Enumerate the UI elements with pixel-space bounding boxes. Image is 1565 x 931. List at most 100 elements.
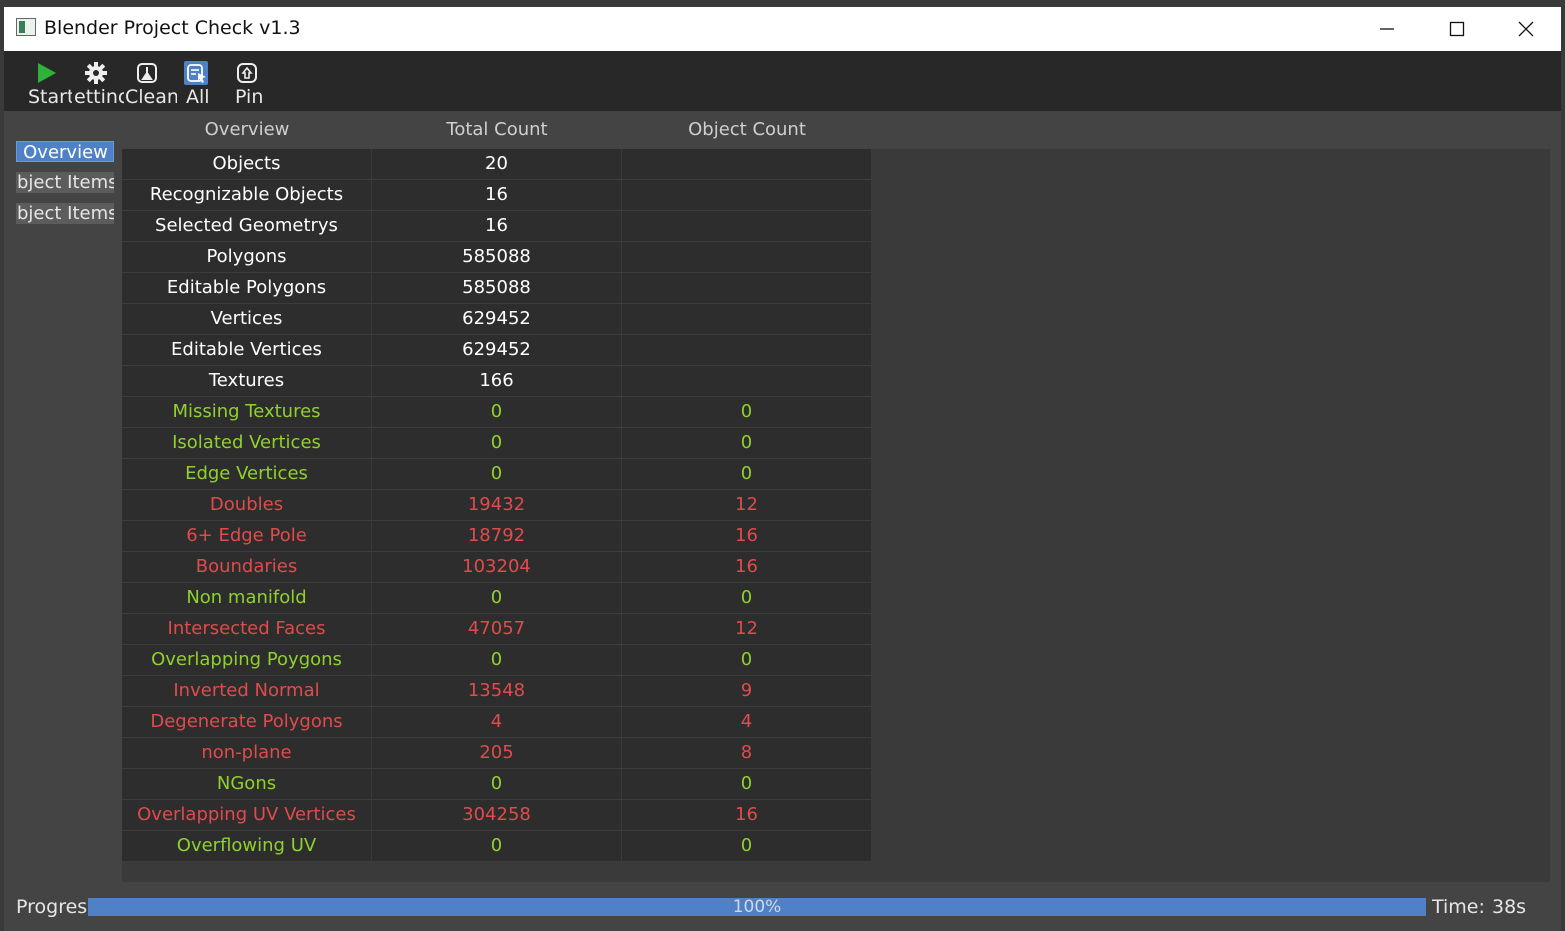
cell-total-count: 4 [372,707,622,738]
cell-object-count [622,304,871,335]
table-row[interactable]: Overlapping UV Vertices 304258 16 [122,800,872,831]
cell-object-count [622,242,871,273]
table-row[interactable]: Edge Vertices 0 0 [122,459,872,490]
sidebar: Overview bject Items bject Items [4,111,120,881]
column-header-object-count[interactable]: Object Count [622,119,872,141]
cell-check-name: Textures [122,366,372,397]
pin-button[interactable]: Pin [232,59,272,109]
cell-object-count: 0 [622,459,871,490]
sidebar-item-object-items-1[interactable]: bject Items [16,172,114,193]
table-body: Objects 20 Recognizable Objects 16 Selected … [122,149,872,862]
cell-object-count: 0 [622,831,871,862]
cell-total-count: 205 [372,738,622,769]
status-bar: Progres 100% Time: 38s [4,891,1561,931]
table-row[interactable]: NGons 0 0 [122,769,872,800]
table-row[interactable]: Overlapping Poygons 0 0 [122,645,872,676]
close-icon [1518,21,1534,37]
cell-object-count: 0 [622,397,871,428]
table-row[interactable]: Vertices 629452 [122,304,872,335]
select-all-icon [184,61,208,85]
table-row[interactable]: Doubles 19432 12 [122,490,872,521]
table-row[interactable]: Polygons 585088 [122,242,872,273]
close-button[interactable] [1491,7,1561,51]
cell-total-count: 20 [372,149,622,180]
cell-object-count: 0 [622,583,871,614]
cell-object-count [622,211,871,242]
cell-object-count: 0 [622,428,871,459]
all-button[interactable]: All [182,59,216,109]
cell-check-name: Intersected Faces [122,614,372,645]
gear-icon [84,61,108,85]
progress-percent: 100% [732,897,782,917]
sidebar-item-object-items-2[interactable]: bject Items [16,203,114,224]
cell-check-name: Editable Vertices [122,335,372,366]
column-header-total-count[interactable]: Total Count [372,119,622,141]
cell-total-count: 0 [372,831,622,862]
all-label: All [186,86,210,108]
cell-total-count: 629452 [372,304,622,335]
table-row[interactable]: Inverted Normal 13548 9 [122,676,872,707]
cell-check-name: Polygons [122,242,372,273]
cell-total-count: 585088 [372,273,622,304]
sidebar-item-overview[interactable]: Overview [16,141,114,162]
cell-object-count: 0 [622,769,871,800]
cell-check-name: 6+ Edge Pole [122,521,372,552]
cell-total-count: 585088 [372,242,622,273]
table-row[interactable]: Recognizable Objects 16 [122,180,872,211]
app-window: Blender Project Check v1.3 Start ettinc … [4,7,1561,931]
cell-object-count [622,180,871,211]
cell-check-name: Edge Vertices [122,459,372,490]
settings-label: ettinc [74,86,124,108]
cell-total-count: 0 [372,769,622,800]
table-row[interactable]: Editable Vertices 629452 [122,335,872,366]
table-row[interactable]: Degenerate Polygons 4 4 [122,707,872,738]
cell-check-name: Inverted Normal [122,676,372,707]
clean-button[interactable]: Clean [124,59,177,109]
cell-check-name: Doubles [122,490,372,521]
cell-check-name: Isolated Vertices [122,428,372,459]
cell-object-count [622,273,871,304]
cell-object-count: 16 [622,552,871,583]
cell-check-name: Overlapping UV Vertices [122,800,372,831]
pin-icon [235,61,259,85]
app-icon [16,18,36,36]
time-value: 38s [1492,896,1527,918]
progress-label: Progres [16,896,88,918]
table-row[interactable]: Missing Textures 0 0 [122,397,872,428]
cell-total-count: 47057 [372,614,622,645]
table-row[interactable]: Editable Polygons 585088 [122,273,872,304]
table-row[interactable]: non-plane 205 8 [122,738,872,769]
cell-total-count: 0 [372,583,622,614]
column-header-overview[interactable]: Overview [122,119,372,141]
play-icon [34,61,58,85]
cell-total-count: 304258 [372,800,622,831]
cell-total-count: 16 [372,211,622,242]
table-row[interactable]: Boundaries 103204 16 [122,552,872,583]
cell-total-count: 629452 [372,335,622,366]
cell-object-count [622,335,871,366]
table-row[interactable]: 6+ Edge Pole 18792 16 [122,521,872,552]
cell-check-name: Non manifold [122,583,372,614]
table-row[interactable]: Selected Geometrys 16 [122,211,872,242]
minimize-button[interactable] [1352,7,1422,51]
start-button[interactable]: Start [26,59,72,109]
maximize-button[interactable] [1422,7,1492,51]
table-row[interactable]: Objects 20 [122,149,872,180]
table-row[interactable]: Textures 166 [122,366,872,397]
cell-total-count: 0 [372,428,622,459]
cell-object-count: 12 [622,614,871,645]
progress-bar: 100% [88,898,1426,916]
cell-check-name: Boundaries [122,552,372,583]
cell-total-count: 13548 [372,676,622,707]
clean-label: Clean [125,86,177,108]
minimize-icon [1380,28,1394,30]
table-row[interactable]: Non manifold 0 0 [122,583,872,614]
table-row[interactable]: Isolated Vertices 0 0 [122,428,872,459]
cell-object-count: 16 [622,800,871,831]
cell-check-name: Objects [122,149,372,180]
table-row[interactable]: Intersected Faces 47057 12 [122,614,872,645]
title-bar: Blender Project Check v1.3 [4,7,1561,51]
settings-button[interactable]: ettinc [74,59,124,109]
table-row[interactable]: Overflowing UV 0 0 [122,831,872,862]
cell-object-count: 0 [622,645,871,676]
